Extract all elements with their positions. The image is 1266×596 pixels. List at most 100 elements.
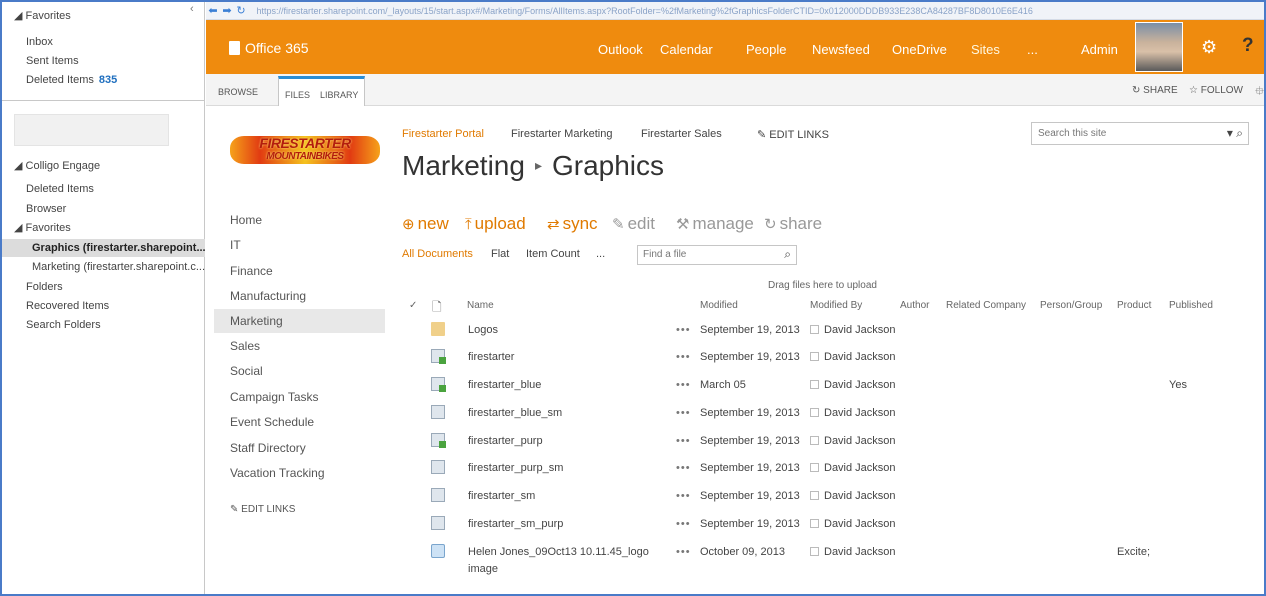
row-modified-by[interactable]: David Jackson xyxy=(810,490,896,502)
nav-people[interactable]: People xyxy=(746,42,786,57)
row-name[interactable]: firestarter_blue_sm xyxy=(468,407,562,419)
site-logo[interactable]: FIRESTARTER MOUNTAINBIKES xyxy=(230,130,380,170)
gear-icon[interactable]: ⚙ xyxy=(1201,37,1217,58)
share-button[interactable]: ↻ SHARE xyxy=(1132,85,1178,96)
ql-campaign-tasks[interactable]: Campaign Tasks xyxy=(214,385,385,409)
nav-onedrive[interactable]: OneDrive xyxy=(892,42,947,57)
upload-button[interactable]: ⤒ upload xyxy=(465,214,526,234)
table-row[interactable]: firestarter_sm ••• September 19, 2013 Da… xyxy=(388,483,1258,509)
ql-staff-directory[interactable]: Staff Directory xyxy=(214,436,385,460)
tab-files[interactable]: FILES LIBRARY xyxy=(278,76,366,106)
ql-event-schedule[interactable]: Event Schedule xyxy=(214,410,385,434)
table-row[interactable]: Helen Jones_09Oct13 10.11.45_logo image … xyxy=(388,539,1258,583)
focus-on-content-icon[interactable]: ⯐ xyxy=(1255,82,1264,103)
row-name[interactable]: firestarter_sm_purp xyxy=(468,518,563,530)
ql-home[interactable]: Home xyxy=(214,208,385,232)
back-arrow-icon[interactable]: ⬅ xyxy=(206,2,220,19)
col-name[interactable]: Name xyxy=(467,300,494,311)
topnav-firestarter-marketing[interactable]: Firestarter Marketing xyxy=(511,128,612,140)
folder-inbox[interactable]: Inbox xyxy=(2,33,205,51)
share-command-button[interactable]: ↻ share xyxy=(764,214,822,234)
nav-more[interactable]: ... xyxy=(1027,42,1038,57)
row-modified-by[interactable]: David Jackson xyxy=(810,407,896,419)
office365-brand[interactable]: Office 365 xyxy=(229,40,309,56)
engage-favorites-header[interactable]: ◢ Favorites xyxy=(2,219,205,237)
row-name-continued[interactable]: image xyxy=(468,563,498,575)
favorite-graphics[interactable]: Graphics (firestarter.sharepoint.... xyxy=(2,239,205,257)
row-name[interactable]: firestarter_purp_sm xyxy=(468,462,563,474)
manage-button[interactable]: ⚒ manage xyxy=(676,214,754,234)
view-item-count[interactable]: Item Count xyxy=(526,248,580,260)
col-modified-by[interactable]: Modified By xyxy=(810,300,862,311)
row-name[interactable]: Logos xyxy=(468,324,498,336)
col-person-group[interactable]: Person/Group xyxy=(1040,300,1102,311)
col-related-company[interactable]: Related Company xyxy=(946,300,1026,311)
user-avatar[interactable] xyxy=(1135,22,1183,72)
topnav-edit-links[interactable]: ✎ EDIT LINKS xyxy=(757,128,829,141)
row-menu-ellipsis[interactable]: ••• xyxy=(676,407,691,419)
nav-newsfeed[interactable]: Newsfeed xyxy=(812,42,870,57)
folder-folders[interactable]: Folders xyxy=(2,278,205,296)
tab-browse[interactable]: BROWSE xyxy=(218,87,258,97)
table-row[interactable]: firestarter_purp ••• September 19, 2013 … xyxy=(388,428,1258,454)
search-site-input[interactable]: Search this site ▾ ⌕ xyxy=(1031,122,1249,145)
nav-sites[interactable]: Sites xyxy=(971,42,1000,57)
sync-button[interactable]: ⇄ sync xyxy=(547,214,598,234)
engage-browser[interactable]: Browser xyxy=(2,200,205,218)
row-modified-by[interactable]: David Jackson xyxy=(810,351,896,363)
row-menu-ellipsis[interactable]: ••• xyxy=(676,435,691,447)
address-bar[interactable]: ⬅ ➡ ↻ https://firestarter.sharepoint.com/_… xyxy=(206,2,1264,20)
row-modified-by[interactable]: David Jackson xyxy=(810,379,896,391)
row-name[interactable]: firestarter_sm xyxy=(468,490,535,502)
row-name[interactable]: firestarter_purp xyxy=(468,435,543,447)
table-row[interactable]: firestarter_purp_sm ••• September 19, 20… xyxy=(388,455,1258,481)
row-modified-by[interactable]: David Jackson xyxy=(810,518,896,530)
table-row[interactable]: firestarter_sm_purp ••• September 19, 20… xyxy=(388,511,1258,537)
nav-calendar[interactable]: Calendar xyxy=(660,42,713,57)
forward-arrow-icon[interactable]: ➡ xyxy=(220,2,234,19)
colligo-engage-header[interactable]: ◢ Colligo Engage xyxy=(2,157,205,175)
favorite-marketing[interactable]: Marketing (firestarter.sharepoint.c... xyxy=(2,258,205,276)
folder-recovered-items[interactable]: Recovered Items xyxy=(2,297,205,315)
table-row[interactable]: firestarter ••• September 19, 2013 David… xyxy=(388,344,1258,370)
row-modified-by[interactable]: David Jackson xyxy=(810,324,896,336)
new-button[interactable]: ⊕ new xyxy=(402,214,449,234)
help-icon[interactable]: ? xyxy=(1242,35,1254,57)
folder-deleted-items[interactable]: Deleted Items 835 xyxy=(2,71,205,89)
row-menu-ellipsis[interactable]: ••• xyxy=(676,490,691,502)
favorites-header[interactable]: ◢ Favorites xyxy=(2,7,205,25)
table-row[interactable]: firestarter_blue ••• March 05 David Jack… xyxy=(388,372,1258,398)
ql-social[interactable]: Social xyxy=(214,359,385,383)
ql-sales[interactable]: Sales xyxy=(214,334,385,358)
nav-admin[interactable]: Admin xyxy=(1081,42,1118,57)
view-flat[interactable]: Flat xyxy=(491,248,509,260)
folder-sent-items[interactable]: Sent Items xyxy=(2,52,205,70)
col-modified[interactable]: Modified xyxy=(700,300,738,311)
ql-edit-links[interactable]: ✎ EDIT LINKS xyxy=(214,498,385,522)
view-more[interactable]: ... xyxy=(596,248,605,260)
row-menu-ellipsis[interactable]: ••• xyxy=(676,379,691,391)
row-name[interactable]: firestarter xyxy=(468,351,514,363)
search-icon[interactable]: ⌕ xyxy=(784,247,791,262)
search-icon[interactable]: ▾ ⌕ xyxy=(1227,126,1243,141)
edit-button[interactable]: ✎ edit xyxy=(612,214,655,234)
row-menu-ellipsis[interactable]: ••• xyxy=(676,546,691,558)
ql-marketing[interactable]: Marketing xyxy=(214,309,385,333)
row-name[interactable]: Helen Jones_09Oct13 10.11.45_logo xyxy=(468,546,649,558)
table-row[interactable]: Logos ••• September 19, 2013 David Jacks… xyxy=(388,317,1258,343)
find-file-input[interactable]: Find a file ⌕ xyxy=(637,245,797,265)
refresh-icon[interactable]: ↻ xyxy=(234,2,248,19)
row-menu-ellipsis[interactable]: ••• xyxy=(676,518,691,530)
view-all-documents[interactable]: All Documents xyxy=(402,248,473,260)
row-menu-ellipsis[interactable]: ••• xyxy=(676,462,691,474)
row-modified-by[interactable]: David Jackson xyxy=(810,435,896,447)
select-all-checkmark-icon[interactable]: ✓ xyxy=(409,300,417,311)
topnav-firestarter-sales[interactable]: Firestarter Sales xyxy=(641,128,722,140)
tab-library[interactable]: LIBRARY xyxy=(320,90,358,100)
row-name[interactable]: firestarter_blue xyxy=(468,379,541,391)
col-published[interactable]: Published xyxy=(1169,300,1213,311)
engage-deleted-items[interactable]: Deleted Items xyxy=(2,180,205,198)
ql-manufacturing[interactable]: Manufacturing xyxy=(214,284,385,308)
follow-button[interactable]: ☆ FOLLOW xyxy=(1189,85,1243,96)
col-product[interactable]: Product xyxy=(1117,300,1151,311)
